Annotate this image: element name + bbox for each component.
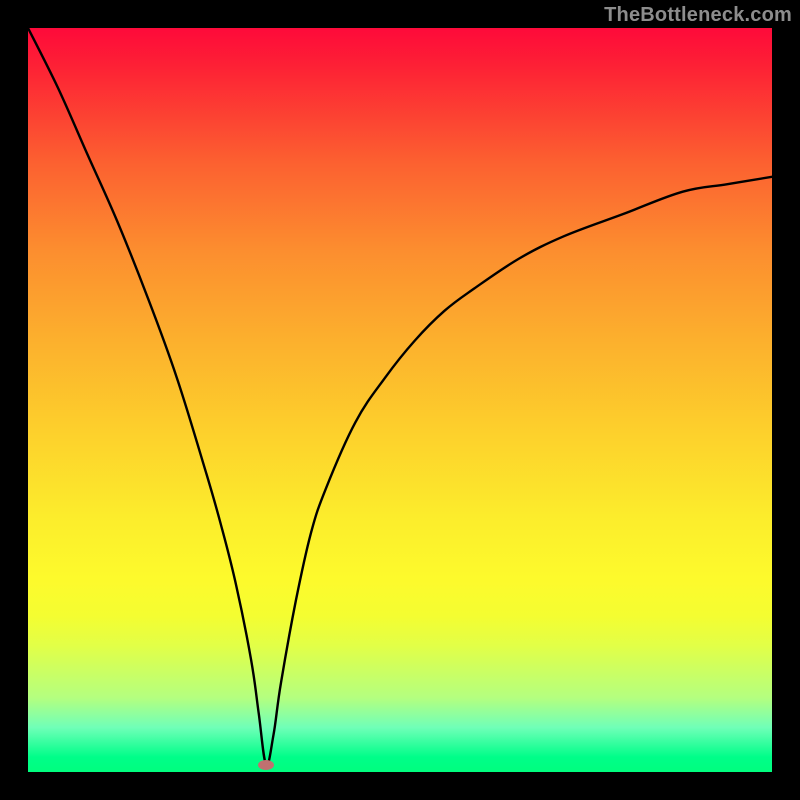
watermark-text: TheBottleneck.com	[604, 4, 792, 27]
minimum-marker	[258, 760, 274, 770]
chart-frame: TheBottleneck.com	[0, 0, 800, 800]
plot-area	[28, 28, 772, 772]
bottleneck-curve	[28, 28, 772, 772]
